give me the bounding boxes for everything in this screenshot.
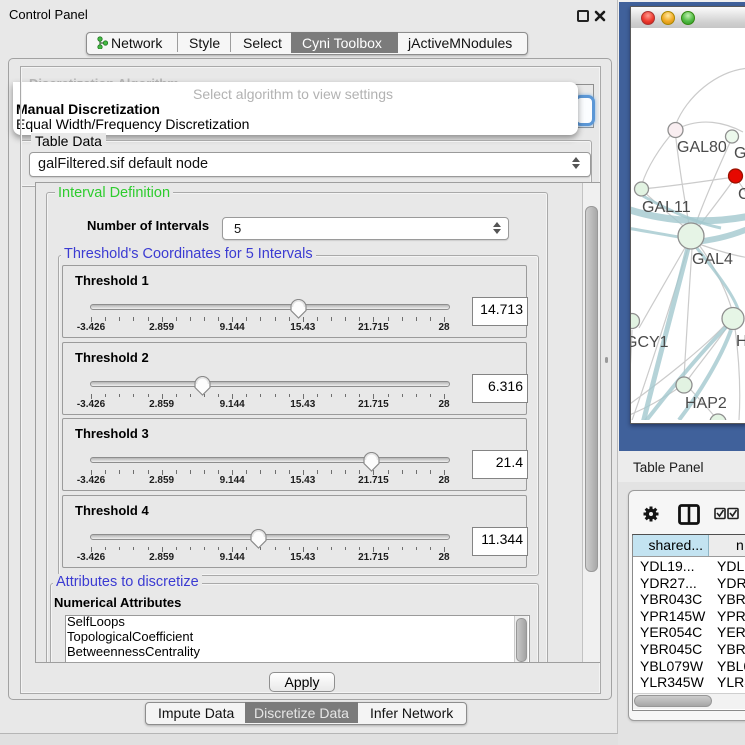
svg-text:GAL80: GAL80 [677, 139, 727, 156]
svg-text:C: C [738, 186, 745, 203]
svg-text:GAL11: GAL11 [642, 199, 691, 216]
svg-text:GA: GA [734, 145, 745, 162]
svg-text:GCY1: GCY1 [631, 334, 669, 351]
svg-text:GAL4: GAL4 [692, 251, 733, 268]
svg-text:HAP2: HAP2 [685, 395, 727, 412]
svg-text:H: H [736, 333, 745, 350]
